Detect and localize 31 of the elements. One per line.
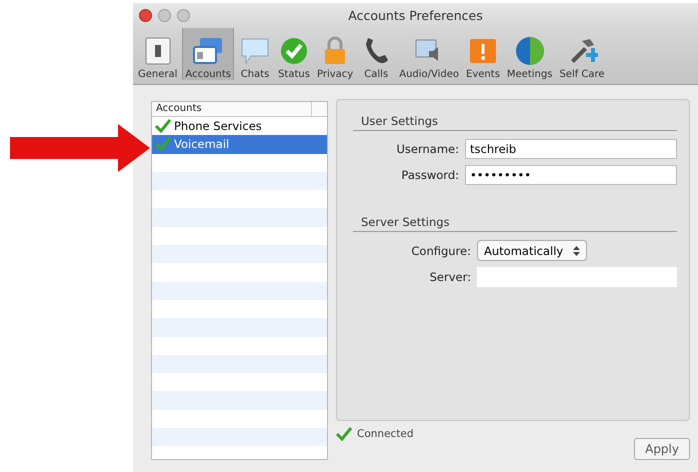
field-label: Username: — [396, 142, 459, 156]
updown-arrows-icon — [573, 246, 580, 256]
toolbar-tab[interactable]: Privacy — [315, 28, 356, 80]
section-heading: User Settings — [353, 114, 677, 131]
status-text: Connected — [357, 428, 414, 440]
toolbar-tab[interactable]: Events — [464, 28, 502, 80]
zoom-button[interactable] — [177, 9, 190, 22]
column-header: Accounts — [152, 102, 312, 116]
field-label: Password: — [400, 168, 459, 182]
toolbar-tab[interactable]: Self Care — [557, 28, 607, 80]
close-button[interactable] — [139, 9, 152, 22]
section-heading: Server Settings — [353, 215, 677, 232]
account-row[interactable]: Phone Services — [152, 117, 327, 136]
field-label: Configure: — [410, 244, 471, 258]
toolbar-tab[interactable]: Status — [276, 28, 312, 80]
window-title: Accounts Preferences — [348, 8, 483, 23]
field-label: Server: — [428, 270, 471, 284]
username-field[interactable]: tschreib — [465, 139, 677, 159]
toolbar-tab[interactable]: Audio/Video — [397, 28, 462, 80]
account-row[interactable]: Voicemail — [152, 135, 327, 154]
toolbar-tab[interactable]: Meetings — [504, 28, 554, 80]
toolbar-tab[interactable]: Accounts — [182, 28, 234, 80]
apply-button[interactable]: Apply — [634, 438, 690, 460]
globe-icon — [514, 35, 546, 67]
cards-icon — [192, 35, 224, 67]
toolbar-tab[interactable]: Chats — [237, 28, 274, 80]
password-field[interactable]: ••••••••• — [465, 165, 677, 185]
toolbar-tab[interactable]: General — [136, 28, 180, 80]
minimize-button[interactable] — [158, 9, 171, 22]
toolbar-tab[interactable]: Calls — [358, 28, 394, 80]
configure-dropdown[interactable]: Automatically — [477, 240, 588, 261]
